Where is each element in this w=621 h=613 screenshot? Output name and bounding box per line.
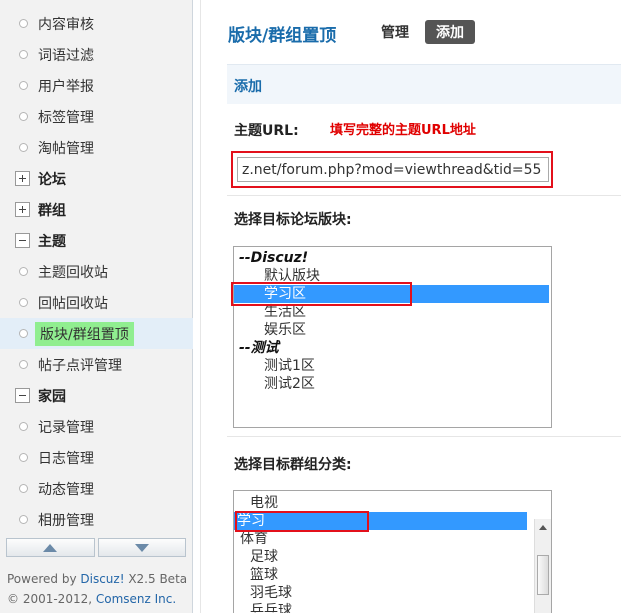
scroll-up-arrow-icon[interactable] (539, 525, 547, 530)
scroll-up-button[interactable] (6, 538, 95, 557)
sidebar-item-label: 用户举报 (38, 78, 94, 95)
sidebar-group-forum[interactable]: 论坛 (0, 163, 193, 194)
sidebar-item-reply-recycle[interactable]: 回帖回收站 (0, 287, 193, 318)
sidebar-group-threads[interactable]: 主题 (0, 225, 193, 256)
bullet-icon (19, 19, 28, 28)
sidebar-item-label: 回帖回收站 (38, 295, 108, 312)
sidebar-item-label: 日志管理 (38, 450, 94, 467)
group-selection-highlight (235, 511, 369, 532)
main-content: 版块/群组置顶 管理 添加 添加 主题URL: 填写完整的主题URL地址 选择目… (200, 0, 621, 613)
sidebar-item-label: 词语过滤 (38, 47, 94, 64)
sidebar-item-word-filter[interactable]: 词语过滤 (0, 39, 193, 70)
section-header: 添加 (227, 64, 621, 104)
thread-url-input[interactable] (237, 157, 549, 182)
forum-select-list[interactable]: --Discuz! 默认版块 学习区 生活区 娱乐区 --测试 测试1区 测试2… (233, 246, 552, 428)
bullet-icon (19, 360, 28, 369)
url-hint: 填写完整的主题URL地址 (330, 123, 476, 138)
group-option[interactable]: 篮球 (234, 566, 551, 584)
group-select-list[interactable]: 电视 学习 体育 足球 篮球 羽毛球 乒乓球 (233, 490, 552, 613)
sidebar-item-record-management[interactable]: 记录管理 (0, 411, 193, 442)
bullet-icon (19, 81, 28, 90)
sidebar-group-groups[interactable]: 群组 (0, 194, 193, 225)
sidebar-scroll-controls (6, 538, 186, 557)
scroll-down-button[interactable] (97, 538, 186, 557)
sidebar-item-label: 内容审核 (38, 16, 94, 33)
copyright-line: © 2001-2012, Comsenz Inc. (7, 589, 187, 609)
url-label: 主题URL: (234, 123, 299, 139)
tab-manage[interactable]: 管理 (381, 22, 409, 42)
section-title: 添加 (234, 79, 262, 95)
group-option[interactable]: 羽毛球 (234, 584, 551, 602)
powered-by-prefix: Powered by (7, 572, 81, 586)
sidebar: 内容审核 词语过滤 用户举报 标签管理 淘帖管理 论坛 群组 主题 主题回收站 … (0, 0, 193, 613)
header: 版块/群组置顶 管理 添加 (201, 0, 621, 48)
sidebar-menu: 内容审核 词语过滤 用户举报 标签管理 淘帖管理 论坛 群组 主题 主题回收站 … (0, 8, 193, 535)
arrow-up-icon (43, 543, 58, 552)
forum-option-group[interactable]: --Discuz! (234, 249, 551, 267)
url-field-highlight (231, 151, 553, 188)
discuz-link[interactable]: Discuz! (80, 572, 124, 586)
forum-option-group[interactable]: --测试 (234, 339, 551, 357)
bullet-icon (19, 515, 28, 524)
bullet-icon (19, 143, 28, 152)
comsenz-link[interactable]: Comsenz Inc. (96, 592, 176, 606)
scrollbar-thumb[interactable] (537, 555, 549, 595)
bullet-icon (19, 50, 28, 59)
forum-selection-highlight (231, 282, 412, 306)
sidebar-item-blog-management[interactable]: 日志管理 (0, 442, 193, 473)
sidebar-item-tag-management[interactable]: 标签管理 (0, 101, 193, 132)
group-select-label: 选择目标群组分类: (234, 457, 352, 473)
sidebar-item-label: 标签管理 (38, 109, 94, 126)
sidebar-group-label: 主题 (38, 233, 66, 250)
footer: Powered by Discuz! X2.5 Beta © 2001-2012… (7, 569, 187, 609)
bullet-icon (19, 453, 28, 462)
bullet-icon (19, 267, 28, 276)
sidebar-item-content-review[interactable]: 内容审核 (0, 8, 193, 39)
tab-add[interactable]: 添加 (425, 20, 475, 44)
group-option[interactable]: 足球 (234, 548, 551, 566)
group-list-scrollbar[interactable] (534, 519, 551, 613)
collapse-minus-icon[interactable] (15, 233, 30, 248)
expand-plus-icon[interactable] (15, 171, 30, 186)
sidebar-group-home[interactable]: 家园 (0, 380, 193, 411)
bullet-icon (19, 298, 28, 307)
bullet-icon (19, 484, 28, 493)
sidebar-item-feed-management[interactable]: 动态管理 (0, 473, 193, 504)
sidebar-group-label: 群组 (38, 202, 66, 219)
bullet-icon (19, 422, 28, 431)
sidebar-item-label: 淘帖管理 (38, 140, 94, 157)
group-option[interactable]: 体育 (234, 530, 551, 548)
arrow-down-icon (134, 543, 149, 552)
page-title: 版块/群组置顶 (228, 26, 337, 46)
forum-option[interactable]: 测试1区 (234, 357, 551, 375)
divider (227, 436, 621, 437)
forum-select-label: 选择目标论坛版块: (234, 212, 352, 228)
sidebar-item-label: 记录管理 (38, 419, 94, 436)
sidebar-item-label: 主题回收站 (38, 264, 108, 281)
powered-by-line: Powered by Discuz! X2.5 Beta (7, 569, 187, 589)
expand-plus-icon[interactable] (15, 202, 30, 217)
sidebar-item-post-comments[interactable]: 帖子点评管理 (0, 349, 193, 380)
sidebar-item-collection-management[interactable]: 淘帖管理 (0, 132, 193, 163)
sidebar-item-label: 版块/群组置顶 (35, 321, 134, 346)
collapse-minus-icon[interactable] (15, 388, 30, 403)
version-text: X2.5 Beta (124, 572, 188, 586)
sidebar-item-label: 动态管理 (38, 481, 94, 498)
group-option[interactable]: 乒乓球 (234, 602, 551, 613)
sidebar-item-label: 帖子点评管理 (38, 357, 122, 374)
forum-option[interactable]: 测试2区 (234, 375, 551, 393)
bullet-icon (19, 329, 28, 338)
sidebar-item-forum-group-sticky[interactable]: 版块/群组置顶 (0, 318, 193, 349)
sidebar-item-album-management[interactable]: 相册管理 (0, 504, 193, 535)
copyright-prefix: © 2001-2012, (7, 592, 96, 606)
sidebar-group-label: 论坛 (38, 171, 66, 188)
sidebar-item-user-reports[interactable]: 用户举报 (0, 70, 193, 101)
group-option[interactable]: 电视 (234, 494, 531, 512)
sidebar-item-label: 相册管理 (38, 512, 94, 529)
sidebar-item-thread-recycle[interactable]: 主题回收站 (0, 256, 193, 287)
sidebar-group-label: 家园 (38, 388, 66, 405)
divider (227, 195, 621, 196)
bullet-icon (19, 112, 28, 121)
forum-option[interactable]: 娱乐区 (234, 321, 551, 339)
